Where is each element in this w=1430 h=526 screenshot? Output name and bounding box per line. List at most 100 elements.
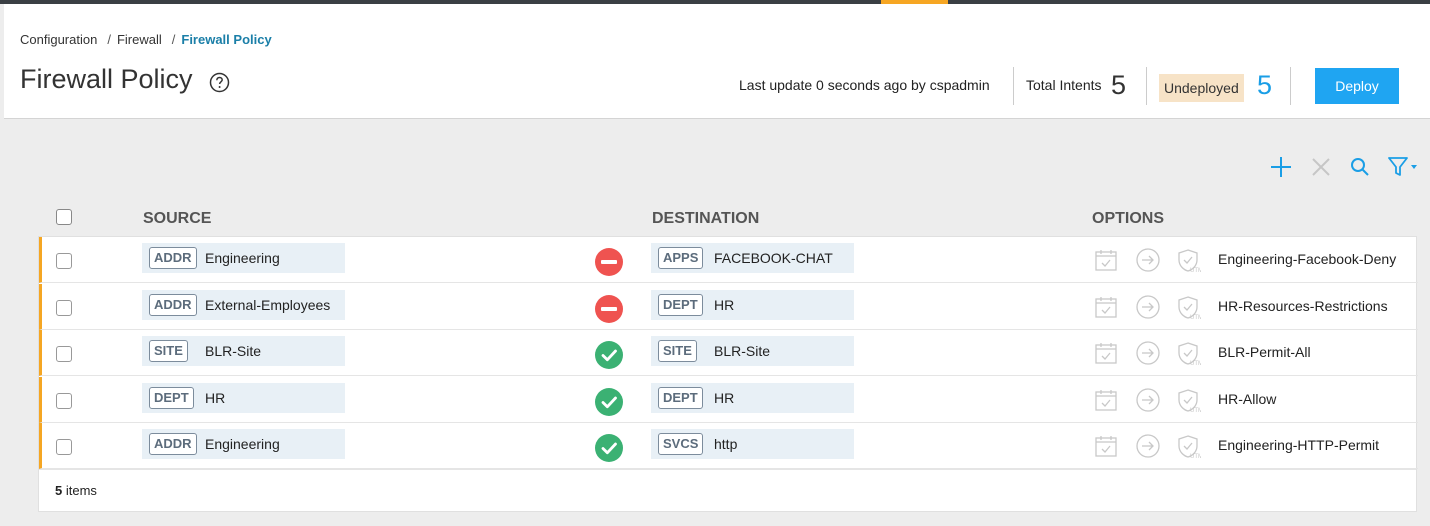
svg-text:UTM: UTM [1190,268,1201,273]
item-count-number: 5 [55,483,63,498]
svg-text:UTM: UTM [1190,454,1201,459]
table-row[interactable]: ADDR External-Employees DEPT HR UTM HR-Resour… [39,283,1418,330]
table-footer: 5 items [39,469,1416,511]
last-update-text: Last update 0 seconds ago by cspadmin [739,77,990,93]
utm-shield-icon[interactable]: UTM [1175,340,1201,366]
policy-table: ADDR Engineering APPS FACEBOOK-CHAT UTM Engin… [38,236,1418,512]
divider [1013,67,1014,105]
table-row[interactable]: DEPT HR DEPT HR UTM HR-Allow [39,376,1418,423]
destination-cell[interactable]: DEPT HR [651,382,854,413]
svg-text:UTM: UTM [1190,408,1201,413]
destination-type-tag: DEPT [658,293,703,316]
item-count-label: items [65,483,97,498]
column-header-destination[interactable]: DESTINATION [652,210,759,228]
row-checkbox[interactable] [56,392,72,409]
divider [1146,67,1147,105]
column-header-source[interactable]: SOURCE [143,210,211,228]
utm-shield-icon[interactable]: UTM [1175,247,1201,273]
schedule-icon[interactable] [1093,433,1119,459]
breadcrumb-configuration[interactable]: Configuration [20,32,97,47]
undeployed-count: 5 [1257,70,1273,100]
destination-type-tag: DEPT [658,386,703,409]
schedule-icon[interactable] [1093,294,1119,320]
svg-text:UTM: UTM [1190,361,1201,366]
rule-name[interactable]: Engineering-Facebook-Deny [1218,251,1396,267]
allow-check-icon [595,341,623,369]
question-circle-icon[interactable] [209,72,230,93]
table-row[interactable]: ADDR Engineering SVCS http UTM Engineering-HT… [39,423,1418,469]
source-type-tag: ADDR [149,433,197,455]
row-checkbox[interactable] [56,439,72,455]
source-cell[interactable]: SITE BLR-Site [142,336,345,366]
utm-shield-icon[interactable]: UTM [1175,294,1201,320]
source-cell[interactable]: ADDR Engineering [142,429,345,459]
row-checkbox[interactable] [56,346,72,362]
schedule-icon[interactable] [1093,247,1119,273]
source-cell[interactable]: ADDR External-Employees [142,289,345,320]
select-all-checkbox[interactable] [56,209,72,225]
item-count: 5 items [55,483,97,498]
rule-name[interactable]: HR-Allow [1218,391,1276,407]
table-row[interactable]: ADDR Engineering APPS FACEBOOK-CHAT UTM Engin… [39,237,1418,283]
rule-name[interactable]: BLR-Permit-All [1218,344,1311,360]
source-type-tag: DEPT [149,386,194,409]
filter-icon[interactable] [1386,154,1418,180]
breadcrumb-current: Firewall Policy [181,32,272,47]
row-checkbox[interactable] [56,253,72,269]
source-value: BLR-Site [205,343,262,359]
utm-shield-icon[interactable]: UTM [1175,387,1201,413]
destination-type-tag: APPS [658,247,704,269]
source-type-tag: ADDR [149,293,197,316]
destination-value: BLR-Site [714,343,771,359]
source-value: Engineering [205,436,280,452]
column-header-options: OPTIONS [1092,210,1165,227]
redirect-icon[interactable] [1135,340,1161,366]
destination-value: FACEBOOK-CHAT [714,250,833,266]
destination-cell[interactable]: APPS FACEBOOK-CHAT [651,243,854,273]
rule-name[interactable]: Engineering-HTTP-Permit [1218,437,1379,453]
breadcrumb-separator: / [107,32,111,47]
schedule-icon[interactable] [1093,340,1119,366]
deploy-button[interactable]: Deploy [1315,68,1399,104]
deny-icon [595,248,623,276]
add-icon[interactable] [1268,154,1294,180]
redirect-icon[interactable] [1135,247,1161,273]
table-row[interactable]: SITE BLR-Site SITE BLR-Site UTM BLR-Permit-Al… [39,330,1418,376]
allow-check-icon [595,387,623,416]
destination-cell[interactable]: SVCS http [651,429,854,459]
breadcrumb-firewall[interactable]: Firewall [117,32,162,47]
deny-icon [595,294,623,323]
destination-value: http [714,436,738,452]
source-type-tag: SITE [149,340,188,362]
page-title: Firewall Policy [20,64,193,94]
rule-name[interactable]: HR-Resources-Restrictions [1218,298,1388,314]
destination-value: HR [714,389,735,406]
destination-cell[interactable]: SITE BLR-Site [651,336,854,366]
total-intents-label: Total Intents [1026,77,1102,93]
divider [1290,67,1291,105]
source-value: HR [205,389,226,406]
schedule-icon[interactable] [1093,387,1119,413]
page-header: Configuration / Firewall / Firewall Policy F… [4,4,1430,119]
utm-shield-icon[interactable]: UTM [1175,433,1201,459]
destination-cell[interactable]: DEPT HR [651,289,854,320]
source-value: Engineering [205,250,280,266]
breadcrumb: Configuration / Firewall / Firewall Policy [20,32,272,47]
destination-value: HR [714,296,735,313]
destination-type-tag: SITE [658,340,697,362]
total-intents-count: 5 [1111,70,1127,100]
source-cell[interactable]: DEPT HR [142,382,345,413]
source-type-tag: ADDR [149,247,197,269]
source-cell[interactable]: ADDR Engineering [142,243,345,273]
breadcrumb-separator: / [171,32,176,47]
search-icon[interactable] [1347,154,1373,180]
redirect-icon[interactable] [1135,433,1161,459]
delete-icon[interactable] [1308,154,1334,180]
redirect-icon[interactable] [1135,387,1161,413]
destination-type-tag: SVCS [658,433,704,455]
row-checkbox[interactable] [56,299,72,316]
redirect-icon[interactable] [1135,294,1161,320]
svg-text:UTM: UTM [1190,315,1201,320]
allow-check-icon [595,434,623,462]
source-value: External-Employees [205,296,331,313]
